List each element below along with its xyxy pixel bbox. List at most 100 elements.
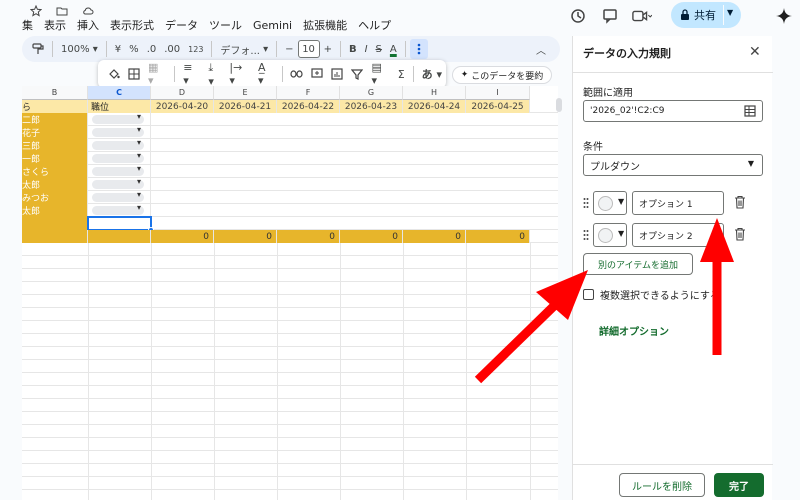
multi-select-option[interactable]: 複数選択できるようにする bbox=[583, 287, 720, 302]
menu-data[interactable]: データ bbox=[165, 17, 198, 33]
condition-select[interactable]: プルダウン ▼ bbox=[583, 154, 763, 176]
share-menu-chevron-icon[interactable]: ▼ bbox=[727, 8, 733, 17]
horizontal-align-icon[interactable]: ≡ ▾ bbox=[179, 61, 204, 87]
header-cell-position[interactable]: 職位 bbox=[88, 100, 151, 113]
functions-icon[interactable]: Σ bbox=[394, 64, 409, 84]
total-cell[interactable]: 0 bbox=[403, 230, 466, 243]
dropdown-chip[interactable] bbox=[92, 190, 144, 202]
dropdown-chip[interactable] bbox=[92, 138, 144, 150]
text-rotation-icon[interactable]: A̲ ▾ bbox=[254, 61, 278, 87]
option-color-picker[interactable]: ▼ bbox=[593, 191, 627, 215]
add-item-button[interactable]: 別のアイテムを追加 bbox=[583, 253, 693, 275]
dropdown-chip[interactable] bbox=[92, 203, 144, 215]
position-dropdown-cell[interactable] bbox=[88, 164, 151, 178]
italic-button[interactable]: I bbox=[361, 39, 372, 59]
header-cell-date[interactable]: 2026-04-22 bbox=[277, 100, 340, 113]
gemini-icon[interactable] bbox=[774, 6, 794, 26]
name-cell[interactable]: 太郎 bbox=[22, 178, 88, 191]
position-dropdown-cell[interactable] bbox=[88, 138, 151, 152]
column-header-c[interactable]: C bbox=[88, 86, 151, 100]
bold-button[interactable]: B bbox=[345, 39, 361, 59]
position-dropdown-cell[interactable] bbox=[88, 125, 151, 139]
menu-format[interactable]: 表示形式 bbox=[110, 17, 154, 33]
drag-handle-icon[interactable] bbox=[583, 197, 589, 209]
column-header-f[interactable]: F bbox=[277, 86, 340, 100]
header-cell-name[interactable]: ら bbox=[22, 100, 88, 113]
drag-handle-icon[interactable] bbox=[583, 229, 589, 241]
comment-icon[interactable] bbox=[600, 6, 620, 26]
remove-rule-button[interactable]: ルールを削除 bbox=[619, 473, 705, 497]
name-cell[interactable]: 二郎 bbox=[22, 113, 88, 126]
number-format-button[interactable]: 123 bbox=[184, 39, 207, 59]
menu-extensions[interactable]: 拡張機能 bbox=[303, 17, 347, 33]
fill-color-icon[interactable] bbox=[104, 64, 124, 84]
font-size-decrease-button[interactable]: − bbox=[281, 39, 297, 59]
name-cell[interactable]: みつお bbox=[22, 191, 88, 204]
font-select[interactable]: デフォ... ▾ bbox=[216, 39, 272, 59]
menu-insert[interactable]: 挿入 bbox=[77, 17, 99, 33]
borders-icon[interactable] bbox=[124, 64, 144, 84]
font-size-input[interactable]: 10 bbox=[297, 40, 320, 58]
name-cell[interactable]: さくら bbox=[22, 165, 88, 178]
dropdown-chip[interactable] bbox=[92, 177, 144, 189]
total-cell[interactable]: 0 bbox=[214, 230, 277, 243]
trash-icon[interactable] bbox=[734, 227, 746, 241]
position-dropdown-cell[interactable] bbox=[88, 151, 151, 165]
header-cell-date[interactable]: 2026-04-21 bbox=[214, 100, 277, 113]
increase-decimal-button[interactable]: .00 bbox=[160, 39, 184, 59]
vertical-align-icon[interactable]: ⤓ ▾ bbox=[204, 61, 225, 88]
dropdown-chip[interactable] bbox=[92, 151, 144, 163]
position-dropdown-cell[interactable] bbox=[88, 190, 151, 204]
name-cell[interactable] bbox=[22, 217, 88, 230]
more-options-icon[interactable] bbox=[409, 39, 428, 59]
column-header-d[interactable]: D bbox=[151, 86, 214, 100]
paint-format-icon[interactable] bbox=[28, 39, 48, 59]
text-color-button[interactable]: A bbox=[386, 39, 401, 59]
history-icon[interactable] bbox=[568, 6, 588, 26]
merge-cells-icon[interactable]: ▦ ▾ bbox=[144, 61, 170, 87]
name-cell[interactable]: 花子 bbox=[22, 126, 88, 139]
total-cell[interactable] bbox=[22, 230, 88, 243]
option-input[interactable]: オプション 1 bbox=[632, 191, 724, 215]
total-cell[interactable]: 0 bbox=[340, 230, 403, 243]
summarize-data-button[interactable]: ✦ このデータを要約 bbox=[452, 66, 552, 84]
text-wrap-icon[interactable]: |→ ▾ bbox=[225, 61, 254, 87]
share-button[interactable]: 共有 ▼ bbox=[671, 2, 741, 28]
option-input[interactable]: オプション 2 bbox=[632, 223, 724, 247]
zoom-select[interactable]: 100% ▾ bbox=[57, 39, 102, 59]
insert-chart-icon[interactable] bbox=[327, 64, 347, 84]
trash-icon[interactable] bbox=[734, 195, 746, 209]
column-header-g[interactable]: G bbox=[340, 86, 403, 100]
dropdown-chip[interactable] bbox=[92, 125, 144, 137]
header-cell-date[interactable]: 2026-04-25 bbox=[466, 100, 530, 113]
total-cell[interactable]: 0 bbox=[151, 230, 214, 243]
menu-gemini[interactable]: Gemini bbox=[253, 19, 292, 32]
filter-icon[interactable] bbox=[347, 64, 367, 84]
collapse-toolbar-chevron-icon[interactable]: ︿ bbox=[532, 39, 550, 59]
column-header-i[interactable]: I bbox=[466, 86, 530, 100]
meet-icon[interactable] bbox=[632, 6, 652, 26]
option-color-picker[interactable]: ▼ bbox=[593, 223, 627, 247]
header-cell-date[interactable]: 2026-04-24 bbox=[403, 100, 466, 113]
menu-help[interactable]: ヘルプ bbox=[358, 17, 391, 33]
font-size-increase-button[interactable]: + bbox=[320, 39, 336, 59]
advanced-options-link[interactable]: 詳細オプション bbox=[599, 323, 669, 338]
total-cell[interactable] bbox=[88, 230, 151, 243]
menu-tools[interactable]: ツール bbox=[209, 17, 242, 33]
position-dropdown-cell[interactable] bbox=[88, 112, 151, 126]
cloud-status-icon[interactable] bbox=[82, 2, 94, 16]
percent-button[interactable]: % bbox=[125, 39, 143, 59]
column-header-b[interactable]: B bbox=[22, 86, 88, 100]
range-input[interactable]: '2026_02'!C2:C9 bbox=[583, 100, 763, 122]
name-cell[interactable]: 三郎 bbox=[22, 139, 88, 152]
menu-view[interactable]: 表示 bbox=[44, 17, 66, 33]
star-icon[interactable] bbox=[29, 2, 43, 17]
column-header-h[interactable]: H bbox=[403, 86, 466, 100]
multi-select-checkbox[interactable] bbox=[583, 289, 594, 300]
total-cell[interactable]: 0 bbox=[277, 230, 340, 243]
strikethrough-button[interactable]: S bbox=[372, 39, 386, 59]
vertical-scrollbar[interactable] bbox=[556, 98, 562, 112]
input-tools-icon[interactable]: あ ▾ bbox=[418, 64, 446, 84]
move-folder-icon[interactable] bbox=[56, 2, 68, 16]
done-button[interactable]: 完了 bbox=[714, 473, 764, 497]
